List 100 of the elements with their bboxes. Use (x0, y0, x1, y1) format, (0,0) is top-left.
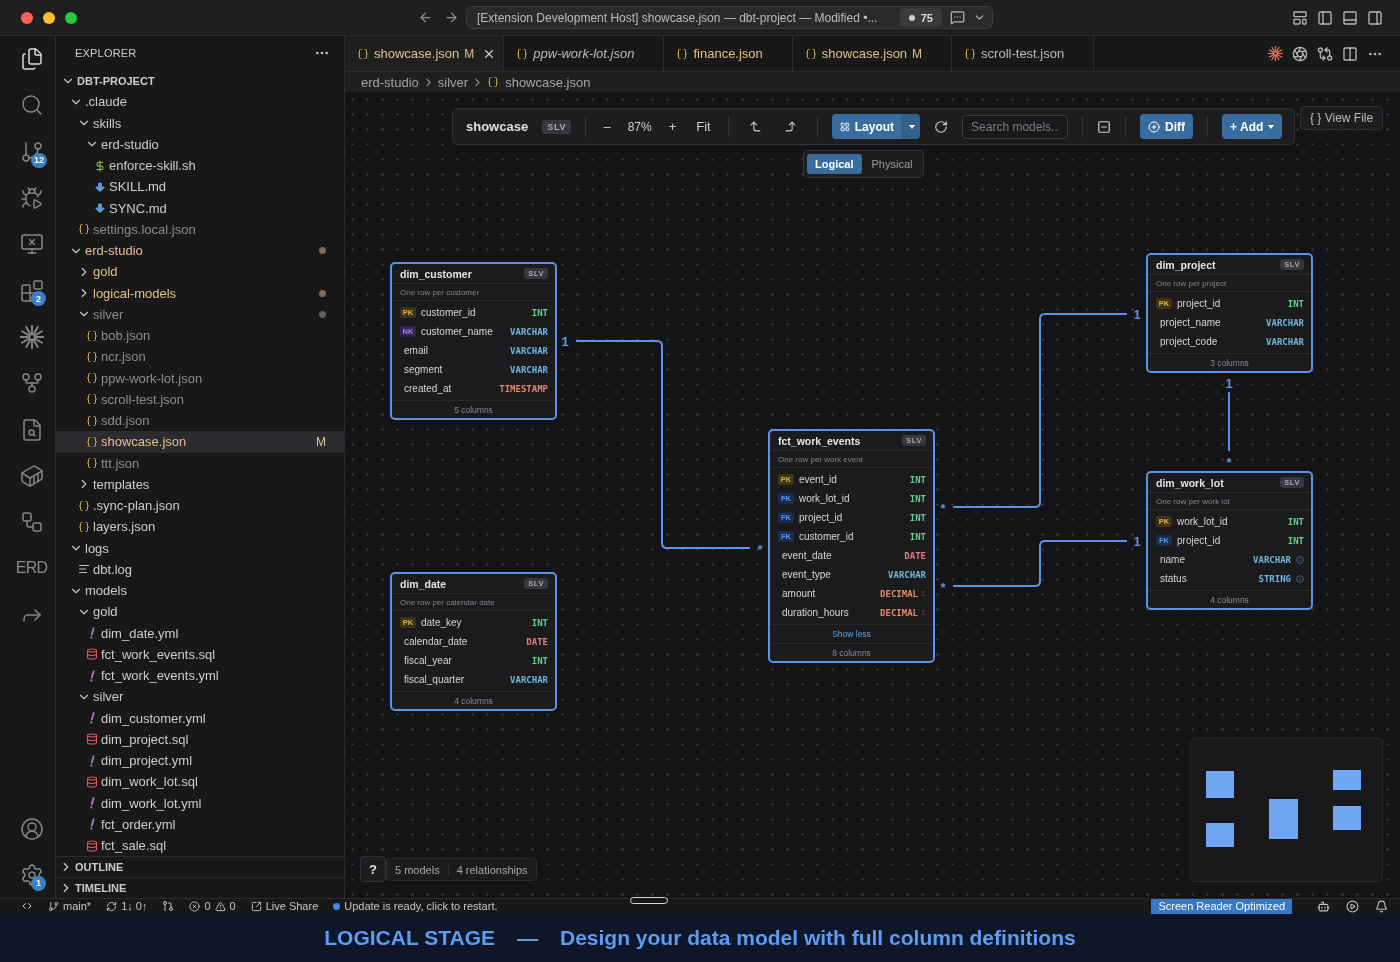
tree-item[interactable]: enforce-skill.sh (56, 155, 344, 177)
tree-item[interactable]: scroll-test.json (56, 388, 344, 410)
zoom-out-button[interactable]: – (600, 119, 614, 134)
search-icon[interactable] (19, 93, 44, 118)
tree-item[interactable]: dim_work_lot.yml (56, 792, 344, 814)
tree-item[interactable]: fct_work_events.yml (56, 665, 344, 687)
sync-status[interactable]: 1↓ 0↑ (106, 900, 148, 912)
tree-item[interactable]: .claude (56, 91, 344, 113)
diagram-canvas[interactable] (345, 92, 1400, 898)
monitor-icon[interactable] (19, 232, 44, 257)
search-field[interactable]: Search models... (962, 114, 1069, 139)
tree-item[interactable]: skills (56, 112, 344, 134)
corner-up-left-icon[interactable] (748, 120, 762, 133)
files-icon[interactable] (19, 47, 44, 72)
problems-status[interactable]: 0 0 (189, 900, 236, 912)
tree-item[interactable]: templates (56, 473, 344, 495)
mode-tab[interactable]: Logical (807, 154, 862, 174)
code-chevrons-icon[interactable] (21, 900, 33, 912)
layout-menu-button[interactable] (902, 114, 921, 139)
breadcrumb-item[interactable]: silver (437, 74, 469, 90)
tree-item[interactable]: showcase.json M (56, 431, 344, 453)
live-share-status[interactable]: Live Share (250, 900, 319, 912)
tree-item[interactable]: bob.json (56, 325, 344, 347)
editor-tab[interactable]: showcase.json M (345, 36, 505, 71)
rotate-arrow-icon[interactable] (934, 119, 949, 134)
breadcrumb-item[interactable]: erd-studio (361, 74, 419, 90)
count-button[interactable]: 75 (899, 8, 942, 27)
show-less-link[interactable]: Show less (770, 624, 933, 643)
minimize-window-icon[interactable] (43, 11, 55, 24)
section-header[interactable]: OUTLINE (56, 856, 344, 877)
tree-item[interactable]: dim_customer.yml (56, 707, 344, 729)
tree-item[interactable]: models (56, 580, 344, 602)
tree-item[interactable]: logical-models (56, 282, 344, 304)
branch-icon[interactable] (19, 139, 44, 164)
settings-icon[interactable] (19, 862, 44, 887)
tree-item[interactable]: SKILL.md (56, 176, 344, 198)
layout-tiles-icon[interactable] (1292, 9, 1308, 26)
tree-item[interactable]: dbt.log (56, 558, 344, 580)
layout-button[interactable]: Layout (831, 114, 903, 139)
tree-item[interactable]: fct_order.yml (56, 813, 344, 835)
tree-item[interactable]: SYNC.md (56, 197, 344, 219)
bug-play-icon[interactable] (19, 186, 44, 211)
tree-item[interactable]: fct_work_events.sql (56, 643, 344, 665)
tree-item[interactable]: .sync-plan.json (56, 495, 344, 517)
tree-item[interactable]: silver (56, 303, 344, 325)
tree-item[interactable]: dim_date.yml (56, 622, 344, 644)
bot-icon[interactable] (1317, 899, 1330, 913)
update-notice[interactable]: Update is ready, click to restart. (333, 900, 498, 912)
aperture-icon[interactable] (1292, 45, 1308, 62)
close-window-icon[interactable] (21, 11, 33, 24)
tree-item[interactable]: ttt.json (56, 452, 344, 474)
view-file-button[interactable]: { } View File (1300, 106, 1384, 130)
branch-status[interactable]: main* (48, 900, 92, 912)
tree-item[interactable]: sdd.json (56, 410, 344, 432)
square-minus-icon[interactable] (1097, 119, 1112, 134)
panel-bottom-icon[interactable] (1342, 9, 1358, 26)
erd-label[interactable]: ERD (15, 559, 48, 578)
back-arrow-icon[interactable] (418, 10, 433, 25)
add-button[interactable]: + Add (1222, 114, 1283, 139)
tree-item[interactable]: gold (56, 601, 344, 623)
tree-item[interactable]: gold (56, 261, 344, 283)
fork-icon[interactable] (19, 371, 44, 396)
chat-bubble-icon[interactable] (950, 10, 965, 25)
user-circle-icon[interactable] (19, 816, 44, 841)
bell-icon[interactable] (1375, 899, 1388, 913)
zoom-window-icon[interactable] (65, 11, 77, 24)
corner-up-right-icon[interactable] (783, 120, 797, 133)
entity-card[interactable] (768, 429, 935, 663)
tree-item[interactable]: ncr.json (56, 346, 344, 368)
tree-item[interactable]: silver (56, 686, 344, 708)
fit-button[interactable]: Fit (693, 119, 714, 134)
breadcrumb-item[interactable]: showcase.json (487, 74, 591, 90)
blocks-icon[interactable] (19, 278, 44, 303)
tree-item[interactable]: ppw-work-lot.json (56, 367, 344, 389)
tree-item[interactable]: dim_project.yml (56, 750, 344, 772)
tree-item[interactable]: settings.local.json (56, 218, 344, 240)
split-editor-icon[interactable] (1342, 45, 1358, 62)
starburst-icon[interactable] (1268, 46, 1283, 61)
screen-reader-status[interactable]: Screen Reader Optimized (1151, 898, 1292, 914)
forward-arrow-icon[interactable] (444, 10, 459, 25)
tree-item[interactable]: fct_sale.sql (56, 835, 344, 856)
tree-item[interactable]: layers.json (56, 516, 344, 538)
tree-item[interactable]: erd-studio (56, 240, 344, 262)
play-circle-icon[interactable] (1346, 899, 1359, 913)
command-center[interactable]: [Extension Development Host] showcase.json — dbt-project — Modified •... 75 (466, 6, 993, 29)
diff-button[interactable]: Diff (1140, 114, 1194, 139)
compare-icon[interactable] (1317, 45, 1333, 62)
container-icon[interactable] (19, 463, 44, 488)
tree-item[interactable]: dim_work_lot.sql (56, 771, 344, 793)
tree-item[interactable]: dim_project.sql (56, 728, 344, 750)
minimap-panel[interactable] (1190, 738, 1383, 882)
workflow-icon[interactable] (19, 510, 44, 535)
tree-item[interactable]: logs (56, 537, 344, 559)
starburst-icon[interactable] (19, 324, 44, 349)
panel-left-icon[interactable] (1317, 9, 1333, 26)
panel-right-icon[interactable] (1367, 9, 1383, 26)
zoom-in-button[interactable]: + (665, 119, 680, 134)
tree-item[interactable]: DBT-PROJECT (56, 70, 344, 92)
drag-handle-icon[interactable] (630, 897, 668, 904)
tree-item[interactable]: erd-studio (56, 133, 344, 155)
